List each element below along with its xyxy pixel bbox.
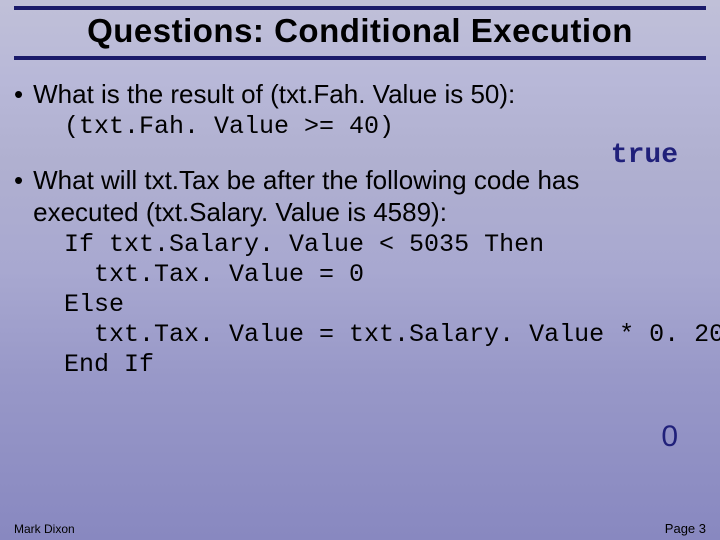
q1-code: (txt.Fah. Value >= 40) [64, 112, 706, 142]
bullet-q2: • What will txt.Tax be after the followi… [14, 164, 706, 228]
title-bar: Questions: Conditional Execution [14, 6, 706, 60]
q2-line1: What will txt.Tax be after the following… [33, 165, 579, 195]
q2-text: What will txt.Tax be after the following… [33, 164, 579, 228]
bullet-q1: • What is the result of (txt.Fah. Value … [14, 78, 706, 110]
slide-title: Questions: Conditional Execution [14, 12, 706, 50]
q1-answer: true [611, 140, 678, 171]
footer-author: Mark Dixon [14, 522, 75, 536]
bullet-dot: • [14, 164, 23, 196]
slide: Questions: Conditional Execution • What … [0, 6, 720, 540]
content-area: • What is the result of (txt.Fah. Value … [0, 60, 720, 380]
q1-text: What is the result of (txt.Fah. Value is… [33, 78, 515, 110]
bullet-dot: • [14, 78, 23, 110]
q2-code: If txt.Salary. Value < 5035 Then txt.Tax… [64, 230, 706, 380]
footer-page: Page 3 [665, 521, 706, 536]
q2-answer: 0 [661, 420, 678, 454]
q2-line2: executed (txt.Salary. Value is 4589): [33, 197, 447, 227]
